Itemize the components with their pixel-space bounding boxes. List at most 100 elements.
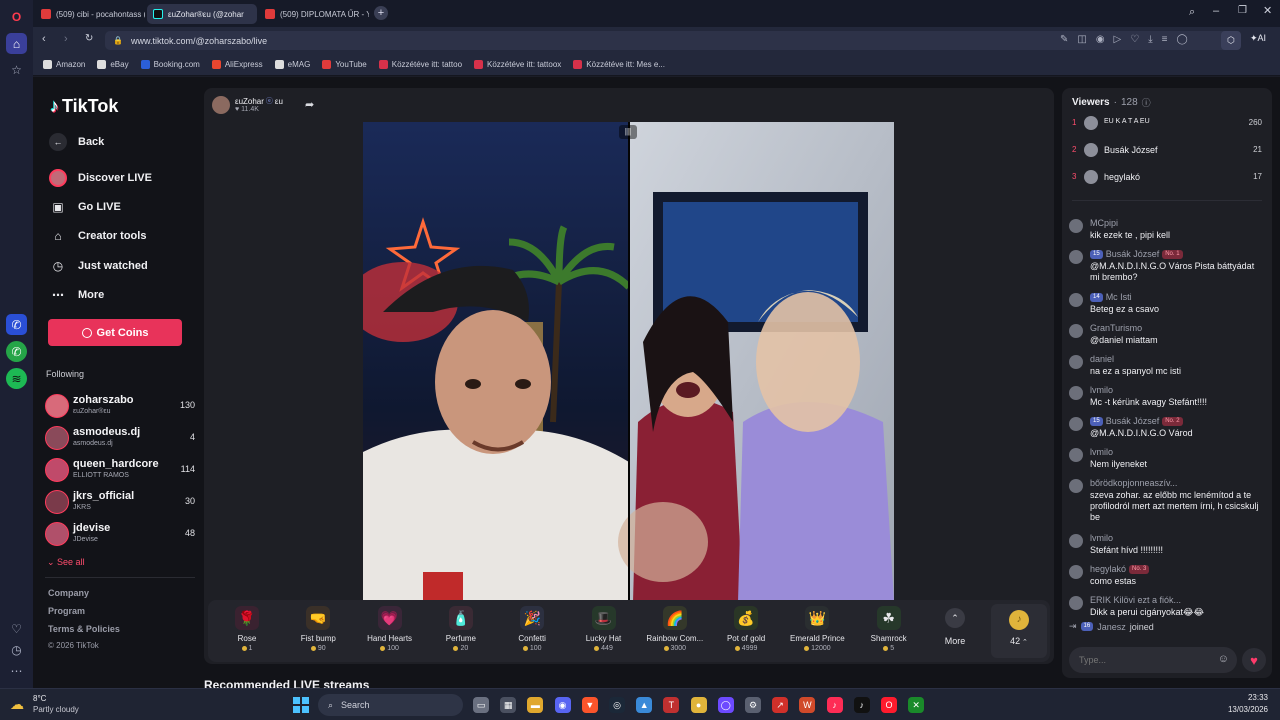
message-user[interactable]: lvmilo [1090, 447, 1113, 457]
more-gifts-button[interactable]: ⌃ More [920, 606, 990, 646]
following-item[interactable]: jdevise JDevise 48 [45, 521, 195, 547]
message-user[interactable]: MCpipi [1090, 218, 1118, 228]
bookmark-item[interactable]: AliExpress [211, 60, 263, 69]
footer-company[interactable]: Company [48, 588, 89, 598]
gift-item[interactable]: 🌹 Rose 1 [212, 606, 282, 652]
following-item[interactable]: jkrs_official JKRS 30 [45, 489, 195, 515]
bookmark-item[interactable]: Közzétéve itt: tattoo [378, 60, 462, 69]
xbox-icon[interactable]: ✕ [908, 697, 925, 713]
nav-more[interactable]: ⋯ More [49, 286, 104, 304]
footer-program[interactable]: Program [48, 606, 85, 616]
weather-icon[interactable]: ☁ [10, 696, 24, 713]
star-icon[interactable]: ☆ [6, 59, 27, 80]
forward-icon[interactable]: › [64, 33, 68, 45]
gift-item[interactable]: 🎩 Lucky Hat 449 [569, 606, 639, 652]
top-viewer-row[interactable]: 1 ΕU Κ Α Τ Α ΕU 260 [1072, 116, 1262, 132]
chat-message[interactable]: ERIK Kilövi ezt a fiók... Dikk a perui ci… [1069, 595, 1264, 625]
gift-item[interactable]: 🤜 Fist bump 90 [283, 606, 353, 652]
chat-message[interactable]: bőrödkopjonneaszív... szeva zohar. az elő… [1069, 478, 1264, 532]
chat-input-box[interactable]: ☺ [1069, 647, 1237, 673]
following-item[interactable]: queen_hardcore ELLIOTT RAMOS 114 [45, 457, 195, 483]
chat-message[interactable]: hegylakó No. 3 como estas [1069, 564, 1264, 594]
get-coins-button[interactable]: Get Coins [48, 319, 182, 346]
gift-item[interactable]: 👑 Emerald Prince 12000 [782, 606, 852, 652]
whatsapp-icon[interactable]: ✆ [6, 341, 27, 362]
home-icon[interactable]: ⌂ [6, 33, 27, 54]
back-icon[interactable]: ‹ [42, 33, 46, 45]
app-red-icon[interactable]: ↗ [772, 697, 789, 713]
toolbar-icons[interactable]: ✎◫◉▷♡⤓≡◯ [1060, 34, 1197, 45]
opera-logo-icon[interactable]: O [6, 6, 27, 27]
aria-ai-button[interactable]: ✦AI [1250, 33, 1266, 44]
live-video[interactable]: ||| [363, 122, 894, 602]
message-user[interactable]: hegylakó [1090, 564, 1126, 574]
emoji-icon[interactable]: ☺ [1218, 653, 1229, 665]
message-user[interactable]: ERIK Kilövi ezt a fiók... [1090, 595, 1181, 605]
spotify-icon[interactable]: ≋ [6, 368, 27, 389]
steam-icon[interactable]: ◎ [609, 697, 625, 713]
bookmark-item[interactable]: Amazon [43, 60, 85, 69]
nav-back[interactable]: ← Back [49, 133, 104, 151]
url-field[interactable]: 🔒 www.tiktok.com/@zoharszabo/live ✎◫◉▷♡⤓… [105, 31, 1240, 50]
gift-item[interactable]: 🌈 Rainbow Com... 3000 [640, 606, 710, 652]
bookmark-item[interactable]: YouTube [322, 60, 367, 69]
bookmark-item[interactable]: Közzétéve itt: tattoox [474, 60, 561, 69]
nav-creator-tools[interactable]: ⌂ Creator tools [49, 227, 146, 245]
files-icon[interactable]: ▭ [473, 697, 489, 713]
gift-item[interactable]: 🎉 Confetti 100 [497, 606, 567, 652]
tab-youtube-2[interactable]: (509) DIPLOMATA ŰR - Yo [259, 4, 369, 24]
more-icon[interactable]: ⋯ [6, 660, 27, 681]
maximize-icon[interactable]: ❐ [1238, 5, 1247, 16]
following-item[interactable]: asmodeus.dj asmodeus.dj 4 [45, 425, 195, 451]
discord-icon[interactable]: ◉ [554, 697, 571, 713]
folder-icon[interactable]: ▬ [527, 697, 544, 713]
windows-start-icon[interactable] [293, 697, 309, 713]
chat-message[interactable]: lvmilo Mc -t kérünk avagy Stefánt!!!! [1069, 385, 1264, 415]
chat-input[interactable] [1079, 652, 1209, 668]
bookmark-item[interactable]: eMAG [274, 60, 310, 69]
search-icon[interactable]: ⌕ [1189, 6, 1195, 19]
viewers-header[interactable]: Viewers · 128 ⓘ [1072, 96, 1151, 109]
tiktok-app-icon[interactable]: ♪ [826, 697, 843, 713]
message-user[interactable]: Busák József [1106, 249, 1160, 259]
photos-icon[interactable]: ▲ [636, 697, 653, 713]
bookmark-item[interactable]: eBay [97, 60, 129, 69]
nav-go-live[interactable]: ▣ Go LIVE [49, 198, 120, 216]
tiktok-logo[interactable]: ♪ TikTok [50, 96, 118, 117]
chat-message[interactable]: 15 Busák József No. 1 @M.A.N.D.I.N.G.O Váro… [1069, 249, 1264, 291]
like-heart-button[interactable]: ♥ [1242, 648, 1266, 672]
office-icon[interactable]: W [799, 697, 816, 713]
tab-youtube-1[interactable]: (509) cibi - pocahontass ( [35, 4, 145, 24]
message-user[interactable]: Mc Isti [1106, 292, 1132, 302]
nav-discover-live[interactable]: ● Discover LIVE [49, 169, 152, 187]
store-icon[interactable]: ▦ [500, 697, 517, 713]
reload-icon[interactable]: ↻ [85, 33, 93, 44]
proton-icon[interactable]: ◯ [717, 697, 734, 713]
taskbar-search[interactable]: ⌕ Search [318, 694, 463, 716]
message-user[interactable]: daniel [1090, 354, 1114, 364]
tf-icon[interactable]: T [663, 697, 680, 713]
message-user[interactable]: GranTurismo [1090, 323, 1142, 333]
bookmark-item[interactable]: Közzétéve itt: Mes e... [573, 60, 665, 69]
info-icon[interactable]: ⓘ [1142, 96, 1151, 109]
chat-message[interactable]: GranTurismo @daniel miattam [1069, 323, 1264, 353]
message-user[interactable]: lvmilo [1090, 385, 1113, 395]
gift-item[interactable]: ☘ Shamrock 5 [854, 606, 924, 652]
tiktok-icon[interactable]: ♪ [853, 697, 870, 713]
gift-item[interactable]: 💗 Hand Hearts 100 [355, 606, 425, 652]
share-icon[interactable]: ➦ [305, 98, 314, 111]
top-viewer-row[interactable]: 2 Busák József 21 [1072, 143, 1262, 159]
close-icon[interactable]: ✕ [1263, 4, 1272, 17]
new-tab-button[interactable]: + [374, 6, 388, 20]
see-all-link[interactable]: ⌄ See all [47, 557, 85, 568]
opera-icon[interactable]: O [881, 697, 897, 713]
chat-message[interactable]: MCpipi kik ezek te , pipi kell [1069, 218, 1264, 248]
chat-message[interactable]: 15 Busák József No. 2 @M.A.N.D.I.N.G.O Váro… [1069, 416, 1264, 446]
tab-tiktok[interactable]: εuZohar®εu (@zohar [147, 4, 257, 24]
chat-message[interactable]: 14 Mc Isti Beteg ez a csavo [1069, 292, 1264, 322]
gift-item[interactable]: 🧴 Perfume 20 [426, 606, 496, 652]
coin-app-icon[interactable]: ● [690, 697, 707, 713]
minimize-icon[interactable]: – [1213, 5, 1219, 17]
following-item[interactable]: zoharszabo εuZohar®εu 130 [45, 393, 195, 419]
nav-just-watched[interactable]: ◷ Just watched [49, 257, 148, 275]
